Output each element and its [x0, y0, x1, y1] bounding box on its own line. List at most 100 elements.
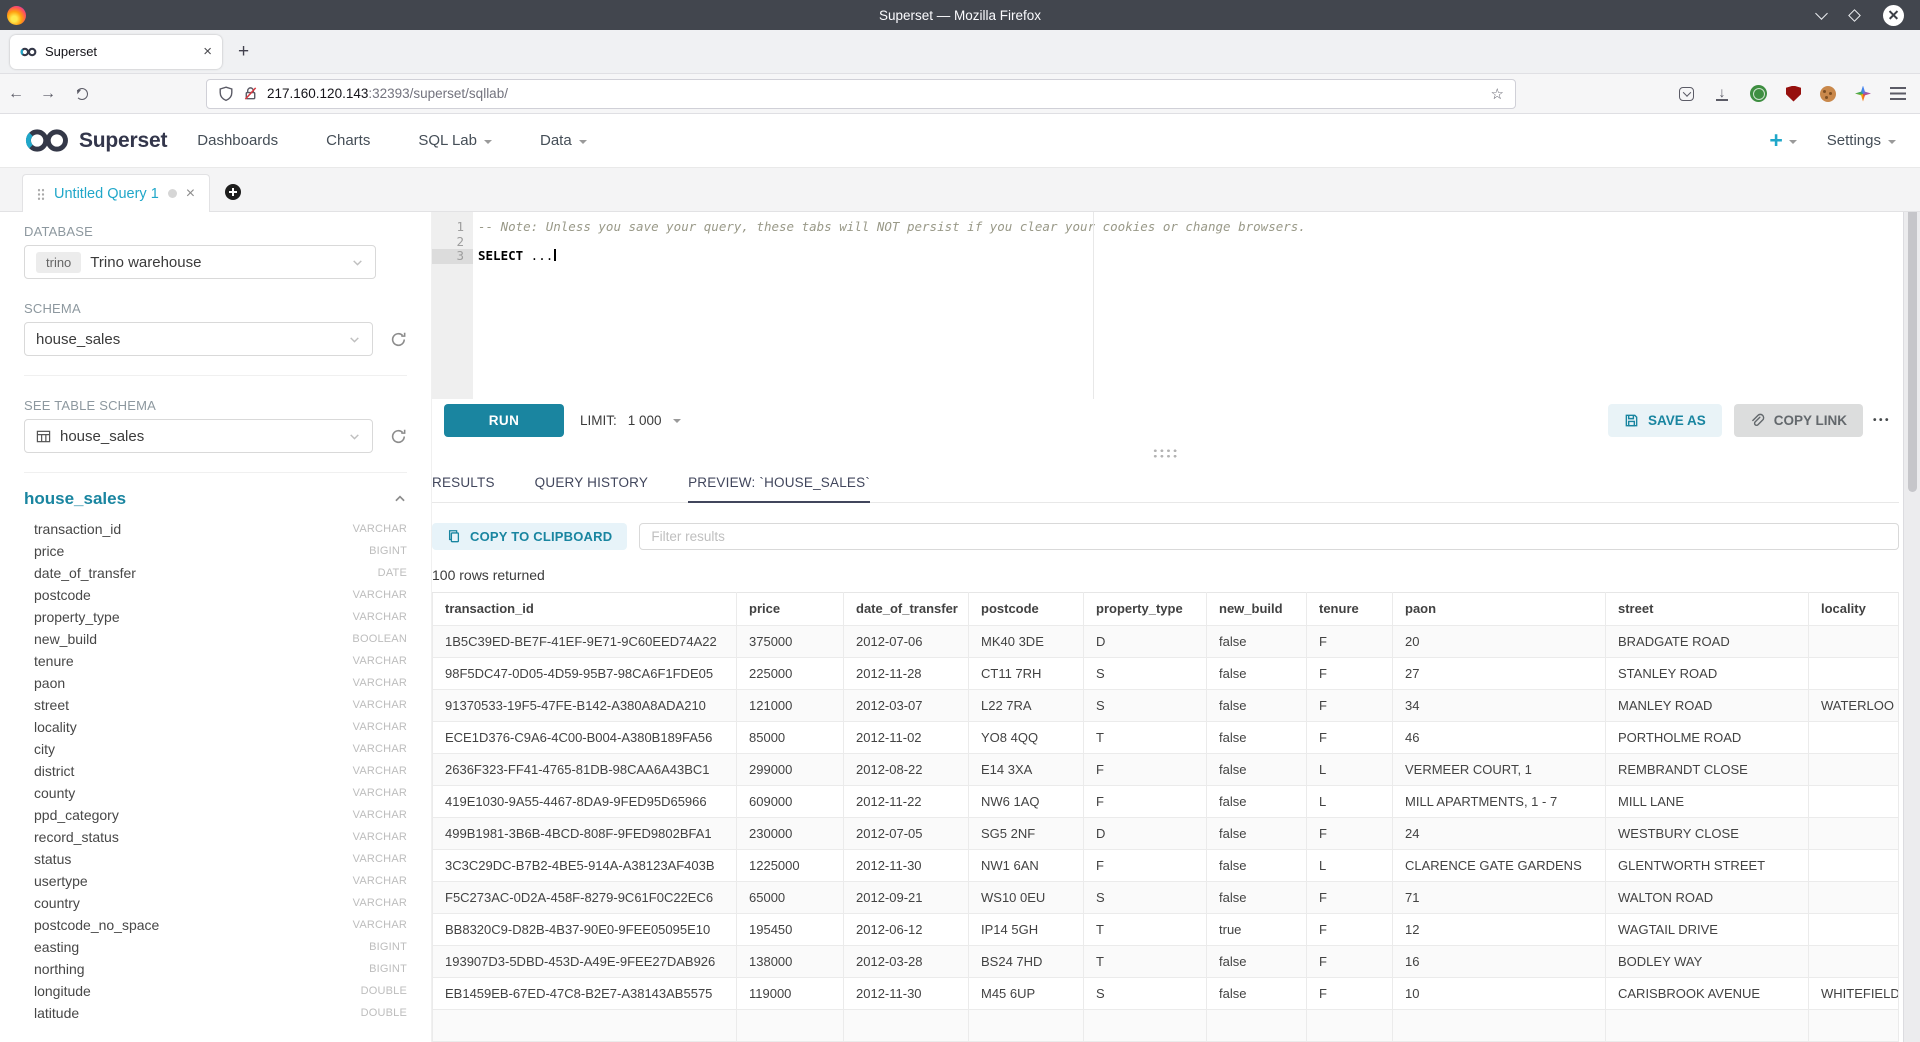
table-schema-title[interactable]: house_sales	[24, 489, 126, 509]
schema-column-row[interactable]: statusVARCHAR	[24, 848, 407, 870]
pocket-icon[interactable]	[1679, 87, 1694, 101]
database-select[interactable]: trino Trino warehouse	[24, 245, 376, 279]
table-select[interactable]: house_sales	[24, 419, 373, 453]
scrollbar-thumb[interactable]	[1908, 182, 1917, 492]
table-row[interactable]: F5C273AC-0D2A-458F-8279-9C61F0C22EC66500…	[433, 881, 1899, 913]
result-tab-preview[interactable]: PREVIEW: `HOUSE_SALES`	[688, 466, 870, 503]
ublock-icon[interactable]	[1786, 86, 1801, 102]
table-row[interactable]: 98F5DC47-0D05-4D59-95B7-98CA6F1FDE052250…	[433, 657, 1899, 689]
downloads-icon[interactable]	[1713, 85, 1731, 103]
schema-column-row[interactable]: latitudeDOUBLE	[24, 1002, 407, 1024]
shield-icon[interactable]	[218, 86, 234, 102]
schema-column-row[interactable]: record_statusVARCHAR	[24, 826, 407, 848]
table-row[interactable]: 193907D3-5DBD-453D-A49E-9FEE27DAB9261380…	[433, 945, 1899, 977]
schema-column-row[interactable]: postcodeVARCHAR	[24, 584, 407, 606]
column-header-street[interactable]: street	[1606, 592, 1809, 625]
filter-results-input[interactable]	[639, 523, 1899, 550]
refresh-schema-icon[interactable]	[390, 331, 407, 348]
forward-icon[interactable]: →	[32, 85, 64, 103]
browser-tab-close-icon[interactable]: ×	[203, 44, 212, 59]
schema-select[interactable]: house_sales	[24, 322, 373, 356]
browser-tab[interactable]: Superset ×	[10, 35, 222, 69]
table-row[interactable]: 499B1981-3B6B-4BCD-808F-9FED9802BFA12300…	[433, 817, 1899, 849]
table-cell: false	[1207, 689, 1307, 721]
table-icon	[36, 429, 51, 444]
sparkle-icon[interactable]	[1855, 86, 1871, 102]
nav-item-dashboards[interactable]: Dashboards	[197, 132, 278, 149]
new-browser-tab-button[interactable]: +	[238, 41, 249, 63]
chevron-up-icon[interactable]	[393, 492, 407, 506]
url-field[interactable]: 217.160.120.143:32393/superset/sqllab/ ☆	[206, 79, 1516, 109]
reload-icon[interactable]	[76, 88, 88, 100]
column-header-locality[interactable]: locality	[1809, 592, 1899, 625]
query-tab-close-icon[interactable]: ×	[186, 186, 195, 202]
schema-column-row[interactable]: longitudeDOUBLE	[24, 980, 407, 1002]
column-header-paon[interactable]: paon	[1393, 592, 1606, 625]
save-as-button[interactable]: SAVE AS	[1608, 404, 1722, 437]
table-row[interactable]: 3C3C29DC-B7B2-4BE5-914A-A38123AF403B1225…	[433, 849, 1899, 881]
bookmark-star-icon[interactable]: ☆	[1491, 85, 1504, 103]
table-row[interactable]: EB1459EB-67ED-47C8-B2E7-A38143AB55751190…	[433, 977, 1899, 1009]
schema-column-row[interactable]: countryVARCHAR	[24, 892, 407, 914]
table-row[interactable]: BB8320C9-D82B-4B37-90E0-9FEE05095E101954…	[433, 913, 1899, 945]
refresh-table-icon[interactable]	[390, 428, 407, 445]
globe-icon[interactable]	[1750, 85, 1767, 102]
schema-column-row[interactable]: priceBIGINT	[24, 540, 407, 562]
schema-column-row[interactable]: streetVARCHAR	[24, 694, 407, 716]
schema-column-row[interactable]: property_typeVARCHAR	[24, 606, 407, 628]
cookie-icon[interactable]	[1820, 86, 1836, 102]
table-row[interactable]: 419E1030-9A55-4467-8DA9-9FED95D659666090…	[433, 785, 1899, 817]
copy-to-clipboard-button[interactable]: COPY TO CLIPBOARD	[432, 523, 627, 550]
schema-column-row[interactable]: countyVARCHAR	[24, 782, 407, 804]
settings-menu[interactable]: Settings	[1827, 132, 1896, 149]
table-row[interactable]: 91370533-19F5-47FE-B142-A380A8ADA2101210…	[433, 689, 1899, 721]
run-button[interactable]: RUN	[444, 404, 564, 437]
copy-link-button[interactable]: COPY LINK	[1734, 404, 1863, 437]
window-maximize-icon[interactable]	[1848, 9, 1861, 22]
schema-column-row[interactable]: postcode_no_spaceVARCHAR	[24, 914, 407, 936]
limit-control[interactable]: LIMIT: 1 000	[580, 413, 681, 428]
schema-column-row[interactable]: paonVARCHAR	[24, 672, 407, 694]
sql-editor[interactable]: 123 -- Note: Unless you save your query,…	[432, 212, 1899, 399]
table-row[interactable]: ECE1D376-C9A6-4C00-B004-A380B189FA568500…	[433, 721, 1899, 753]
superset-brand[interactable]: Superset	[24, 128, 167, 153]
schema-column-row[interactable]: tenureVARCHAR	[24, 650, 407, 672]
schema-column-row[interactable]: date_of_transferDATE	[24, 562, 407, 584]
column-header-tenure[interactable]: tenure	[1307, 592, 1393, 625]
new-query-tab-button[interactable]	[210, 173, 256, 211]
result-tab-query-history[interactable]: QUERY HISTORY	[535, 466, 648, 503]
schema-column-row[interactable]: cityVARCHAR	[24, 738, 407, 760]
more-options-button[interactable]: •••	[1873, 415, 1891, 426]
query-tab-active[interactable]: Untitled Query 1 ×	[22, 174, 210, 212]
schema-column-row[interactable]: new_buildBOOLEAN	[24, 628, 407, 650]
column-header-property_type[interactable]: property_type	[1084, 592, 1207, 625]
column-header-price[interactable]: price	[737, 592, 844, 625]
table-row[interactable]: 1B5C39ED-BE7F-41EF-9E71-9C60EED74A223750…	[433, 625, 1899, 657]
result-tab-results[interactable]: RESULTS	[432, 466, 495, 503]
column-header-transaction_id[interactable]: transaction_id	[433, 592, 737, 625]
nav-item-data[interactable]: Data	[540, 132, 587, 149]
schema-column-row[interactable]: ppd_categoryVARCHAR	[24, 804, 407, 826]
back-icon[interactable]: ←	[0, 85, 32, 103]
drag-handle-icon[interactable]	[37, 188, 45, 200]
schema-column-row[interactable]: usertypeVARCHAR	[24, 870, 407, 892]
schema-column-row[interactable]: transaction_idVARCHAR	[24, 518, 407, 540]
column-header-date_of_transfer[interactable]: date_of_transfer	[844, 592, 969, 625]
pane-splitter[interactable]	[432, 441, 1899, 466]
schema-column-row[interactable]: northingBIGINT	[24, 958, 407, 980]
schema-column-row[interactable]: localityVARCHAR	[24, 716, 407, 738]
insecure-lock-icon[interactable]	[243, 86, 258, 101]
nav-item-charts[interactable]: Charts	[326, 132, 370, 149]
table-row[interactable]: 2636F323-FF41-4765-81DB-98CAA6A43BC12990…	[433, 753, 1899, 785]
schema-column-row[interactable]: eastingBIGINT	[24, 936, 407, 958]
column-header-postcode[interactable]: postcode	[969, 592, 1084, 625]
window-minimize-icon[interactable]	[1815, 7, 1828, 20]
menu-icon[interactable]	[1890, 87, 1906, 100]
window-close-icon[interactable]	[1883, 5, 1904, 26]
column-header-new_build[interactable]: new_build	[1207, 592, 1307, 625]
vertical-scrollbar[interactable]	[1903, 168, 1920, 1042]
editor-code[interactable]: -- Note: Unless you save your query, the…	[473, 212, 1899, 399]
new-item-button[interactable]: +	[1769, 129, 1796, 152]
nav-item-sql-lab[interactable]: SQL Lab	[418, 132, 492, 149]
schema-column-row[interactable]: districtVARCHAR	[24, 760, 407, 782]
